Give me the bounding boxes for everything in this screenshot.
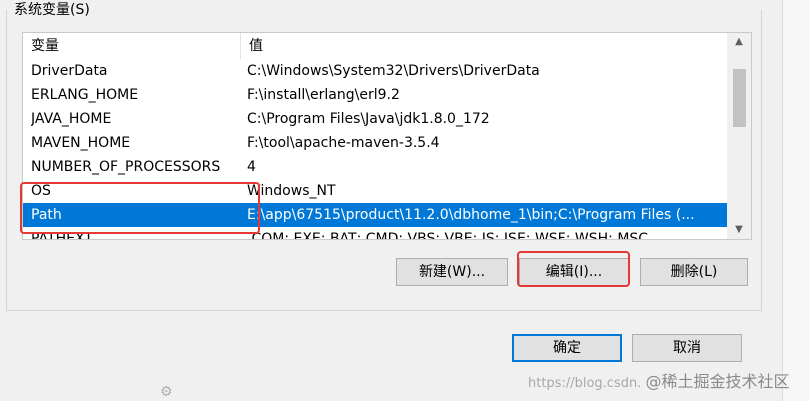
variable-name: DriverData: [31, 63, 108, 79]
annotation-box-path: [20, 182, 260, 234]
ok-button[interactable]: 确定: [512, 334, 622, 362]
delete-button[interactable]: 删除(L): [640, 258, 748, 286]
table-row[interactable]: MAVEN_HOME F:\tool\apache-maven-3.5.4: [23, 131, 727, 155]
system-variables-legend: 系统变量(S): [10, 0, 94, 20]
scroll-down-arrow-icon[interactable]: ▼: [727, 221, 751, 239]
table-row[interactable]: ERLANG_HOME F:\install\erlang\erl9.2: [23, 83, 727, 107]
variable-value: F:\install\erlang\erl9.2: [247, 87, 400, 103]
table-row[interactable]: JAVA_HOME C:\Program Files\Java\jdk1.8.0…: [23, 107, 727, 131]
table-row[interactable]: DriverData C:\Windows\System32\Drivers\D…: [23, 59, 727, 83]
variable-value: F:\tool\apache-maven-3.5.4: [247, 135, 440, 151]
table-row[interactable]: NUMBER_OF_PROCESSORS 4: [23, 155, 727, 179]
variable-name: ERLANG_HOME: [31, 87, 139, 103]
variable-name: JAVA_HOME: [31, 111, 112, 127]
variable-name: MAVEN_HOME: [31, 135, 131, 151]
annotation-box-edit: [517, 251, 630, 287]
variable-value: 4: [247, 159, 256, 175]
dialog-edge: [782, 0, 783, 401]
gear-icon: ⚙: [160, 384, 173, 400]
variable-name: NUMBER_OF_PROCESSORS: [31, 159, 221, 175]
variable-value: Windows_NT: [247, 183, 336, 199]
variable-value: C:\Program Files\Java\jdk1.8.0_172: [247, 111, 490, 127]
column-header-value[interactable]: 值: [241, 33, 727, 59]
new-button[interactable]: 新建(W)...: [396, 258, 508, 286]
cancel-button[interactable]: 取消: [632, 334, 742, 362]
vertical-scrollbar[interactable]: ▲ ▼: [727, 33, 751, 239]
scrollbar-thumb[interactable]: [733, 69, 746, 127]
variable-value: E:\app\67515\product\11.2.0\dbhome_1\bin…: [247, 207, 695, 223]
watermark: https://blog.csdn. @稀土掘金技术社区: [528, 368, 790, 392]
variable-value: C:\Windows\System32\Drivers\DriverData: [247, 63, 540, 79]
background-window-strip: [783, 0, 810, 401]
watermark-brand: @稀土掘金技术社区: [645, 372, 790, 391]
list-header: 变量 值: [23, 33, 727, 59]
column-header-variable[interactable]: 变量: [23, 33, 241, 59]
variable-value: .COM;.EXE;.BAT;.CMD;.VBS;.VBE;.JS;.JSE;.…: [247, 231, 649, 239]
scroll-up-arrow-icon[interactable]: ▲: [727, 33, 751, 51]
watermark-url: https://blog.csdn.: [528, 376, 642, 391]
